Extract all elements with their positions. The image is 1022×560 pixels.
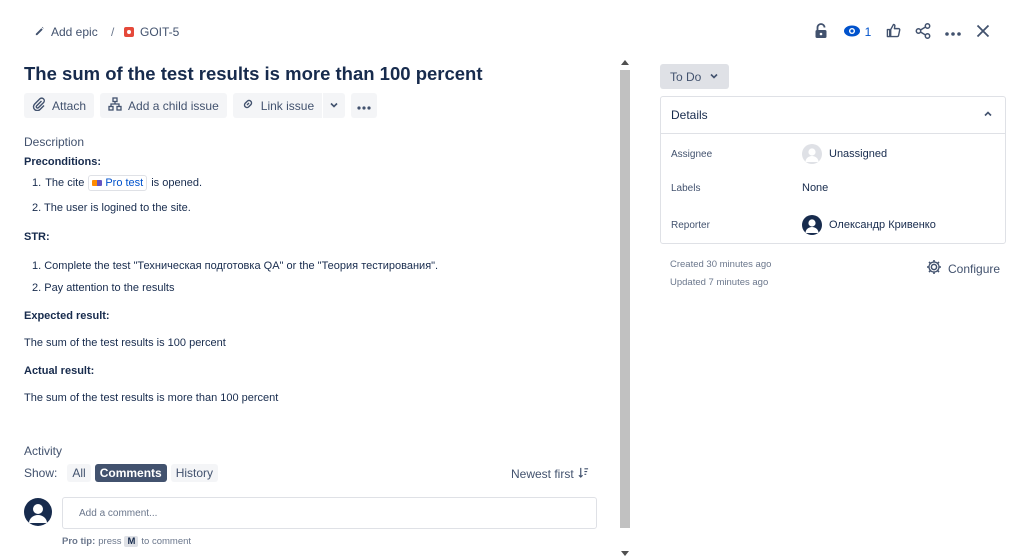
scroll-up-arrow-icon[interactable]: [621, 60, 629, 65]
close-button[interactable]: [968, 20, 998, 44]
issue-key: GOIT-5: [140, 25, 180, 39]
attach-label: Attach: [52, 98, 87, 113]
details-panel: Details Assignee Unassigned Labels None …: [660, 96, 1006, 244]
add-epic-label: Add epic: [51, 25, 98, 39]
link-issue-button[interactable]: Link issue: [232, 93, 323, 118]
issue-actions: 1: [806, 20, 998, 44]
add-child-issue-button[interactable]: Add a child issue: [100, 93, 227, 118]
watch-button[interactable]: 1: [836, 20, 878, 44]
comment-placeholder: Add a comment...: [79, 507, 158, 519]
filter-history[interactable]: History: [170, 464, 219, 482]
chevron-up-icon: [983, 108, 993, 122]
pro-tip: Pro tip: press M to comment: [62, 536, 192, 547]
configure-label: Configure: [948, 261, 1001, 276]
link-icon: [241, 97, 255, 114]
watch-count: 1: [864, 25, 872, 39]
status-label: To Do: [670, 69, 702, 84]
paperclip-icon: [32, 97, 46, 114]
thumbs-up-icon: [886, 23, 901, 41]
str-item-2: 2. Pay attention to the results: [32, 282, 175, 294]
issue-title[interactable]: The sum of the test results is more than…: [24, 63, 483, 85]
details-title: Details: [671, 108, 708, 122]
reporter-field[interactable]: Олександр Кривенко: [802, 215, 936, 235]
show-label: Show:: [24, 466, 58, 480]
created-timestamp: Created 30 minutes ago: [670, 259, 772, 270]
details-header[interactable]: Details: [661, 97, 1005, 134]
gear-icon: [926, 259, 942, 278]
vote-button[interactable]: [878, 20, 908, 44]
assignee-label: Assignee: [671, 148, 713, 160]
issue-key-link[interactable]: GOIT-5: [124, 25, 179, 39]
scrollbar-thumb[interactable]: [620, 70, 630, 528]
pro-test-link[interactable]: Pro test: [88, 175, 148, 191]
str-item-1: 1. Complete the test "Техническая подгот…: [32, 260, 439, 272]
configure-button[interactable]: Configure: [926, 259, 1000, 278]
link-issue-group: Link issue: [232, 93, 346, 118]
labels-label: Labels: [671, 182, 701, 194]
restrict-button[interactable]: [806, 20, 836, 44]
chevron-down-icon: [709, 70, 719, 84]
hierarchy-icon: [108, 97, 122, 114]
labels-row: Labels None: [671, 182, 828, 194]
issue-toolbar: Attach Add a child issue Link issue: [24, 93, 378, 118]
actual-result-heading: Actual result:: [24, 365, 95, 377]
sort-icon: [578, 467, 589, 481]
expected-result-heading: Expected result:: [24, 310, 110, 322]
assignee-row: Assignee Unassigned: [671, 144, 887, 164]
scroll-down-arrow-icon[interactable]: [621, 551, 629, 556]
issue-header-bar: Add epic / GOIT-5 1: [0, 0, 1022, 62]
more-actions-button[interactable]: [938, 20, 968, 44]
link-issue-label: Link issue: [260, 98, 315, 113]
link-issue-dropdown[interactable]: [323, 93, 346, 118]
sort-label: Newest first: [511, 467, 574, 481]
reporter-row: Reporter Олександр Кривенко: [671, 215, 936, 235]
sort-order-button[interactable]: Newest first: [511, 467, 589, 481]
expected-result-text: The sum of the test results is 100 perce…: [24, 337, 226, 349]
unassigned-avatar-icon: [802, 144, 822, 164]
activity-filter-row: Show: All Comments History: [24, 464, 219, 482]
add-epic-link[interactable]: Add epic: [34, 25, 98, 39]
share-icon: [915, 22, 931, 42]
shortcut-key: M: [124, 536, 139, 547]
bug-icon: [124, 27, 134, 37]
actual-result-text: The sum of the test results is more than…: [24, 392, 279, 404]
description-label: Description: [24, 135, 85, 149]
reporter-label: Reporter: [671, 219, 710, 231]
toolbar-more-button[interactable]: [351, 93, 378, 118]
reporter-avatar-icon: [802, 215, 822, 235]
breadcrumb-separator: /: [111, 25, 115, 39]
more-icon: [945, 25, 961, 39]
pencil-icon: [34, 25, 45, 39]
eye-icon: [843, 25, 861, 40]
share-button[interactable]: [908, 20, 938, 44]
scrollbar[interactable]: [618, 58, 632, 560]
filter-comments[interactable]: Comments: [94, 464, 167, 482]
updated-timestamp: Updated 7 minutes ago: [670, 277, 769, 288]
add-child-issue-label: Add a child issue: [128, 98, 219, 113]
assignee-field[interactable]: Unassigned: [802, 144, 887, 164]
chevron-down-icon: [329, 99, 339, 113]
precondition-item-1: 1. The cite Pro test is opened.: [32, 175, 202, 191]
filter-all[interactable]: All: [67, 464, 91, 482]
preconditions-heading: Preconditions:: [24, 156, 102, 168]
attach-button[interactable]: Attach: [24, 93, 95, 118]
labels-field[interactable]: None: [802, 182, 828, 194]
user-avatar-icon: [24, 498, 52, 526]
comment-input[interactable]: Add a comment...: [62, 497, 597, 529]
site-favicon-icon: [92, 180, 103, 186]
close-icon: [976, 24, 990, 41]
status-dropdown[interactable]: To Do: [660, 64, 730, 89]
lock-open-icon: [814, 22, 828, 42]
str-heading: STR:: [24, 231, 50, 243]
more-icon: [357, 99, 371, 113]
activity-heading: Activity: [24, 444, 63, 458]
precondition-item-2: 2. The user is logined to the site.: [32, 202, 191, 214]
